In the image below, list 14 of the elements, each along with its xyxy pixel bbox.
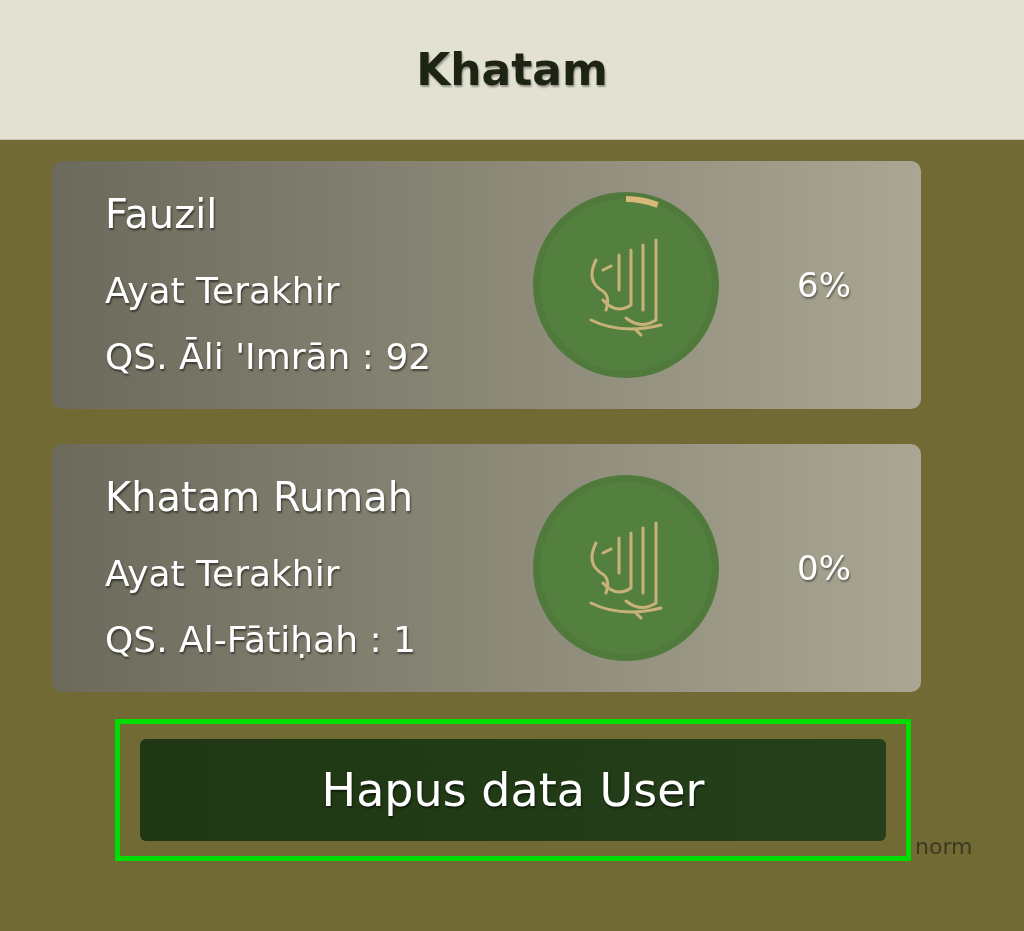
progress-percent: 0% — [796, 546, 851, 590]
khatam-card[interactable]: Fauzil Ayat Terakhir QS. Āli 'Imrān : 92 6% — [52, 161, 921, 409]
khatam-card[interactable]: Khatam Rumah Ayat Terakhir QS. Al-Fātiḥah : 1 0% — [52, 444, 921, 692]
quran-emblem-icon — [531, 190, 721, 380]
khatam-name: Fauzil — [105, 190, 219, 238]
khatam-name: Khatam Rumah — [105, 473, 415, 521]
delete-user-data-button[interactable]: Hapus data User — [140, 739, 886, 841]
page-title: Khatam — [416, 42, 608, 97]
last-verse-label: Ayat Terakhir — [105, 552, 341, 596]
last-verse-label: Ayat Terakhir — [105, 269, 341, 313]
quran-emblem-icon — [531, 473, 721, 663]
progress-percent: 6% — [796, 263, 851, 307]
last-verse: QS. Āli 'Imrān : 92 — [105, 335, 433, 379]
last-verse: QS. Al-Fātiḥah : 1 — [105, 618, 417, 662]
